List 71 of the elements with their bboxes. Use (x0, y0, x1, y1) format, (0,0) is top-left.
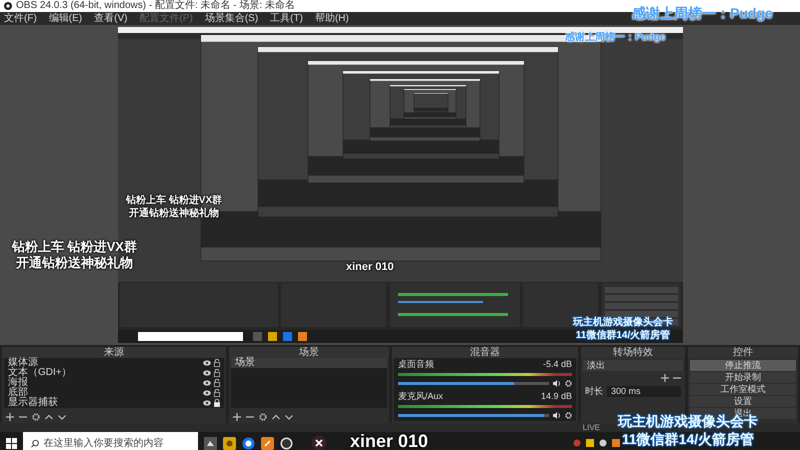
streamer-name: xiner 010 (350, 430, 428, 450)
eye-icon[interactable] (203, 380, 211, 386)
duration-field[interactable]: 300 ms (607, 386, 681, 397)
lock-icon[interactable] (214, 399, 220, 407)
streamer-name: xiner 010 (346, 260, 394, 275)
down-icon[interactable] (58, 413, 66, 421)
add-icon[interactable] (6, 413, 14, 421)
up-icon[interactable] (45, 413, 53, 421)
overlay-text: 11微信群14/火箭房管 (576, 330, 670, 342)
add-icon[interactable] (661, 374, 669, 382)
overlay-text: 开通钻粉送神秘礼物 (129, 208, 220, 220)
source-item[interactable]: 海报 (8, 378, 28, 388)
settings-icon[interactable] (32, 413, 40, 421)
eye-icon[interactable] (203, 370, 211, 376)
search-field[interactable]: 在这里输入你要搜索的内容 (23, 432, 198, 450)
dock-title: 转场特效 (581, 347, 685, 358)
obs-taskbar-icon[interactable] (280, 436, 293, 450)
taskbar-app-icon[interactable] (223, 436, 236, 450)
up-icon[interactable] (272, 413, 280, 421)
x-logo-icon (311, 435, 327, 450)
duration-label: 时长 (585, 387, 603, 396)
control-button[interactable]: 设置 (690, 396, 796, 407)
speaker-icon[interactable] (553, 412, 561, 419)
scene-item[interactable]: 场景 (231, 358, 387, 368)
control-button[interactable]: 工作室模式 (690, 384, 796, 395)
menu-item[interactable]: 文件(F) (4, 14, 37, 24)
eye-icon[interactable] (203, 390, 211, 396)
channel-name: 麦克风/Aux (398, 392, 444, 401)
taskbar-app-icon[interactable] (204, 436, 217, 450)
settings-icon[interactable] (565, 412, 572, 419)
overlay-text: 开通钻粉送神秘礼物 (16, 255, 133, 272)
channel-reading: -5.4 dB (542, 360, 572, 370)
start-icon[interactable] (6, 438, 17, 448)
lock-icon[interactable] (214, 379, 220, 387)
live-status: LIVE (582, 424, 600, 432)
dock-title: 混音器 (392, 347, 578, 358)
lock-icon[interactable] (214, 389, 220, 397)
volume-slider[interactable] (398, 382, 549, 386)
channel-name: 桌面音频 (398, 360, 434, 370)
lock-icon[interactable] (214, 369, 220, 377)
menu-item[interactable]: 场景集合(S) (204, 14, 258, 24)
menu-item[interactable]: 编辑(E) (48, 14, 82, 24)
overlay-text: 11微信群14/火箭房管 (622, 430, 754, 448)
search-icon (31, 438, 40, 448)
settings-icon[interactable] (565, 380, 572, 388)
down-icon[interactable] (285, 413, 293, 421)
source-item[interactable]: 文本（GDI+） (8, 368, 72, 378)
lock-icon[interactable] (214, 359, 220, 367)
eye-icon[interactable] (203, 360, 211, 366)
source-item[interactable]: 显示器捕获 (8, 398, 58, 408)
transition-select[interactable]: 淡出 (583, 360, 683, 371)
overlay-text: 玩主机游戏摄像头会卡 (573, 317, 673, 329)
menu-item[interactable]: 帮助(H) (314, 14, 349, 24)
control-button[interactable]: 停止推流 (690, 360, 796, 371)
menu-item[interactable]: 查看(V) (94, 14, 128, 24)
dock-title: 场景 (229, 347, 389, 358)
speaker-icon[interactable] (553, 380, 561, 388)
overlay-text: 钻粉上车 钻粉进VX群 (12, 239, 137, 256)
dock-title: 来源 (2, 347, 226, 358)
settings-icon[interactable] (259, 413, 267, 421)
menu-item[interactable]: 工具(T) (270, 14, 303, 24)
source-item[interactable]: 底部 (8, 388, 28, 398)
source-item[interactable]: 媒体源 (8, 358, 38, 368)
add-icon[interactable] (233, 413, 241, 421)
taskbar-app-icon[interactable] (242, 436, 255, 450)
control-button[interactable]: 开始录制 (690, 372, 796, 383)
channel-reading: 14.9 dB (540, 392, 572, 401)
overlay-text: 钻粉上车 钻粉进VX群 (126, 195, 222, 208)
eye-icon[interactable] (203, 400, 211, 406)
dock-title: 控件 (688, 347, 798, 358)
taskbar-app-icon[interactable] (261, 436, 274, 450)
